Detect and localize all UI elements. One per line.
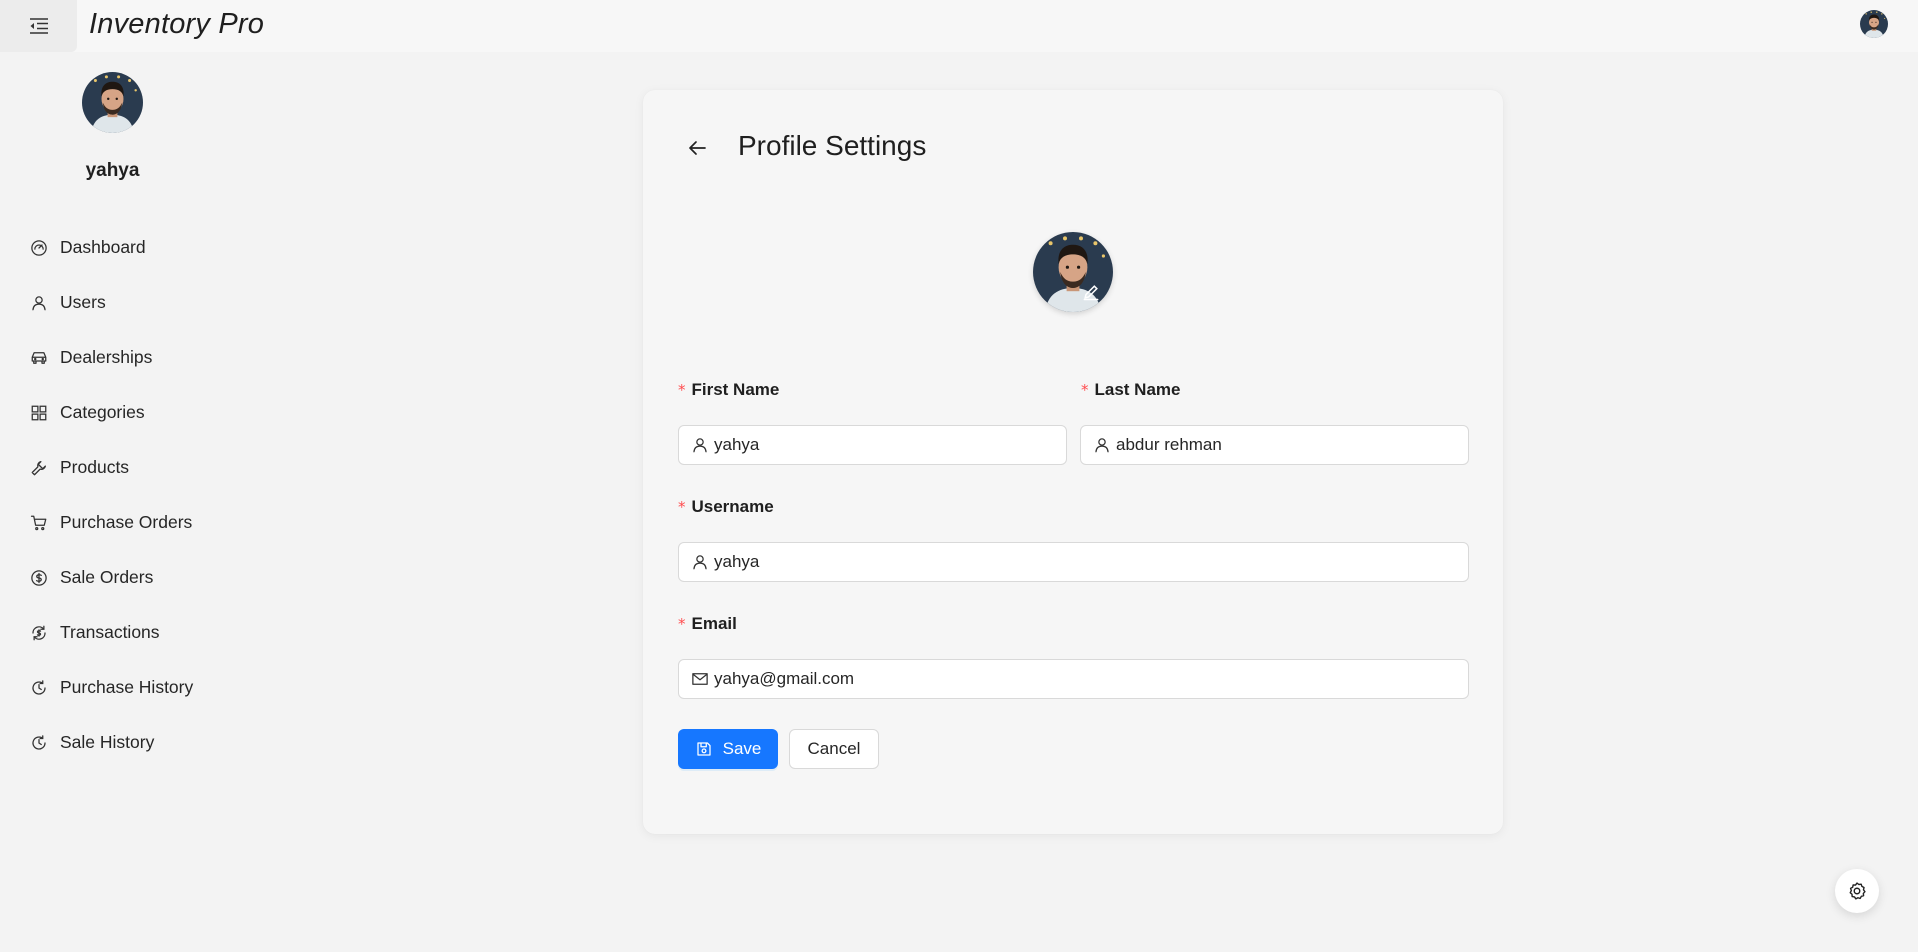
wrench-icon: [30, 459, 48, 477]
menu-toggle-button[interactable]: [0, 0, 77, 52]
email-value: yahya@gmail.com: [714, 669, 855, 688]
sidebar-item-label: Sale Orders: [60, 567, 154, 587]
sidebar-item-purchase-history[interactable]: Purchase History: [0, 660, 225, 715]
save-button-label: Save: [722, 739, 762, 758]
sidebar-item-purchase-orders[interactable]: Purchase Orders: [0, 495, 225, 550]
email-label-text: Email: [691, 614, 737, 633]
sidebar-item-dashboard[interactable]: Dashboard: [0, 220, 225, 275]
sidebar-item-label: Transactions: [60, 622, 160, 642]
gear-icon: [1847, 881, 1867, 901]
sidebar-item-label: Products: [60, 457, 130, 477]
user-icon: [1093, 436, 1111, 454]
app-title: Inventory Pro: [89, 8, 265, 40]
first-name-label: * First Name: [678, 380, 779, 400]
car-icon: [30, 349, 48, 367]
sidebar-item-users[interactable]: Users: [0, 275, 225, 330]
last-name-field[interactable]: abdur rehman: [1080, 425, 1469, 465]
dollar-circle-icon: [30, 569, 48, 587]
user-icon: [30, 294, 48, 312]
sidebar-item-products[interactable]: Products: [0, 440, 225, 495]
grid-icon: [30, 404, 48, 422]
required-marker: *: [678, 498, 686, 516]
required-marker: *: [1081, 381, 1089, 399]
save-icon: [695, 740, 713, 758]
sidebar-item-label: Users: [60, 292, 106, 312]
history-icon: [30, 679, 48, 697]
required-marker: *: [678, 381, 686, 399]
user-icon: [691, 436, 709, 454]
sidebar: yahya Dashboard Users Dealerships Catego…: [0, 52, 225, 952]
transaction-icon: [30, 624, 48, 642]
username-value: yahya: [714, 552, 760, 571]
sidebar-item-transactions[interactable]: Transactions: [0, 605, 225, 660]
sidebar-item-categories[interactable]: Categories: [0, 385, 225, 440]
cart-icon: [30, 514, 48, 532]
menu-fold-icon: [29, 18, 49, 34]
last-name-label-text: Last Name: [1094, 380, 1181, 399]
dashboard-icon: [30, 239, 48, 257]
sidebar-avatar: [82, 72, 143, 133]
settings-float-button[interactable]: [1835, 869, 1879, 913]
profile-settings-card: Profile Settings * First Name yahya * Last…: [643, 90, 1503, 834]
sidebar-item-label: Purchase Orders: [60, 512, 193, 532]
sidebar-item-sale-history[interactable]: Sale History: [0, 715, 225, 770]
back-button[interactable]: [683, 134, 711, 162]
cancel-button-label: Cancel: [807, 739, 861, 758]
sidebar-username: yahya: [85, 160, 140, 181]
profile-avatar-upload[interactable]: [1033, 232, 1113, 312]
sidebar-item-label: Dealerships: [60, 347, 153, 367]
sidebar-nav: Dashboard Users Dealerships Categories P…: [0, 220, 225, 770]
edit-icon: [1081, 282, 1101, 302]
mail-icon: [691, 670, 709, 688]
cancel-button[interactable]: Cancel: [789, 729, 879, 769]
username-label-text: Username: [691, 497, 774, 516]
sidebar-item-label: Categories: [60, 402, 145, 422]
username-label: * Username: [678, 497, 774, 517]
arrow-left-icon: [688, 140, 706, 156]
sidebar-item-label: Dashboard: [60, 237, 146, 257]
first-name-value: yahya: [714, 435, 760, 454]
sidebar-item-dealerships[interactable]: Dealerships: [0, 330, 225, 385]
first-name-field[interactable]: yahya: [678, 425, 1067, 465]
required-marker: *: [678, 615, 686, 633]
first-name-label-text: First Name: [691, 380, 780, 399]
page-title: Profile Settings: [738, 130, 927, 161]
sidebar-item-label: Sale History: [60, 732, 155, 752]
email-field[interactable]: yahya@gmail.com: [678, 659, 1469, 699]
save-button[interactable]: Save: [678, 729, 778, 769]
last-name-value: abdur rehman: [1116, 435, 1222, 454]
username-field[interactable]: yahya: [678, 542, 1469, 582]
sidebar-item-label: Purchase History: [60, 677, 194, 697]
sidebar-item-sale-orders[interactable]: Sale Orders: [0, 550, 225, 605]
history-icon: [30, 734, 48, 752]
last-name-label: * Last Name: [1081, 380, 1180, 400]
top-bar: Inventory Pro: [0, 0, 1918, 52]
email-label: * Email: [678, 614, 737, 634]
user-icon: [691, 553, 709, 571]
header-avatar[interactable]: [1860, 10, 1888, 38]
